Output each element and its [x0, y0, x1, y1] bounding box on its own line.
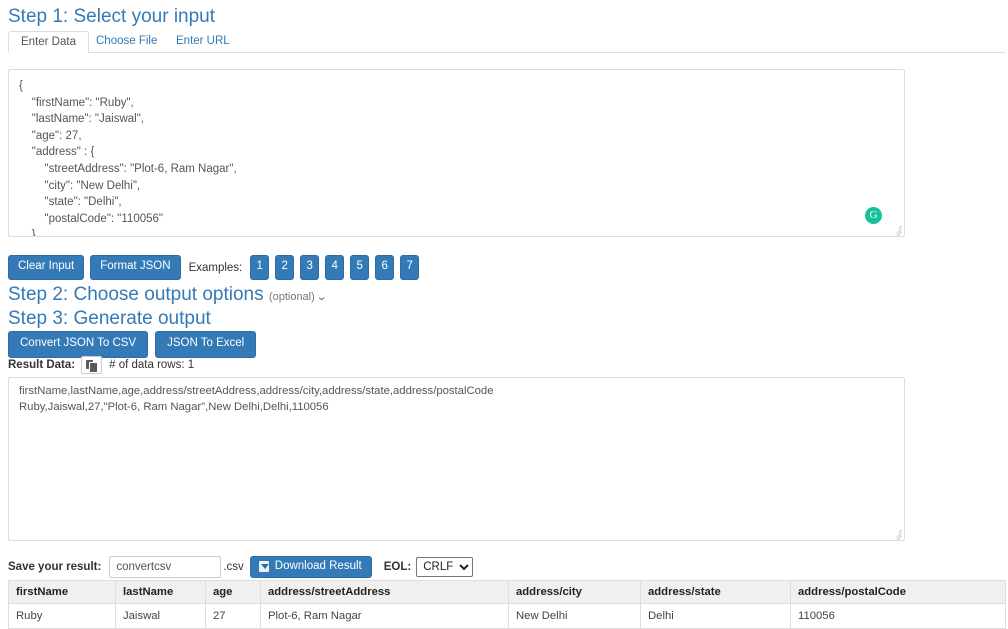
tab-enter-url[interactable]: Enter URL — [164, 31, 242, 53]
tab-choose-file-label: Choose File — [96, 35, 157, 47]
result-preview-table: firstNamelastNameageaddress/streetAddres… — [8, 580, 1006, 629]
tab-enter-data-label: Enter Data — [21, 36, 76, 48]
file-extension-label: .csv — [223, 561, 243, 573]
chevron-down-icon[interactable]: ⌄ — [316, 286, 328, 308]
tab-choose-file[interactable]: Choose File — [84, 31, 169, 53]
example-button-5[interactable]: 5 — [350, 255, 369, 280]
step3-heading: Step 3: Generate output — [8, 308, 211, 330]
json-to-excel-button[interactable]: JSON To Excel — [155, 331, 256, 358]
example-button-6[interactable]: 6 — [375, 255, 394, 280]
copy-icon[interactable] — [81, 356, 102, 374]
generate-actions-row: Convert JSON To CSV JSON To Excel — [8, 331, 256, 358]
table-header-row: firstNamelastNameageaddress/streetAddres… — [9, 581, 1006, 604]
table-column-header-2: age — [206, 581, 261, 604]
resize-handle-result[interactable] — [890, 526, 902, 538]
save-result-row: Save your result: .csv Download Result E… — [8, 556, 473, 578]
result-output-area[interactable]: firstName,lastName,age,address/streetAdd… — [8, 377, 905, 541]
table-header: firstNamelastNameageaddress/streetAddres… — [9, 581, 1006, 604]
input-actions-row: Clear Input Format JSON Examples: 1 2 3 … — [8, 257, 419, 278]
example-button-2[interactable]: 2 — [275, 255, 294, 280]
json-input-text: { "firstName": "Ruby", "lastName": "Jais… — [9, 70, 904, 237]
eol-label: EOL: — [384, 561, 411, 573]
download-icon — [259, 561, 270, 572]
table-cell: 27 — [206, 604, 261, 629]
table-cell: New Delhi — [509, 604, 641, 629]
eol-select[interactable]: CRLFLFCR — [416, 557, 473, 577]
example-button-7[interactable]: 7 — [400, 255, 419, 280]
table-column-header-6: address/postalCode — [791, 581, 1006, 604]
result-data-row: Result Data: # of data rows: 1 — [8, 356, 194, 374]
data-rows-count: # of data rows: 1 — [109, 359, 194, 371]
filename-input[interactable] — [109, 556, 221, 578]
table-column-header-5: address/state — [641, 581, 791, 604]
download-result-button[interactable]: Download Result — [250, 556, 372, 579]
table-cell: Delhi — [641, 604, 791, 629]
example-button-3[interactable]: 3 — [300, 255, 319, 280]
input-source-tabs: Enter Data Choose File Enter URL — [8, 31, 1005, 53]
save-result-label: Save your result: — [8, 561, 101, 573]
step1-heading: Step 1: Select your input — [8, 6, 215, 28]
examples-label: Examples: — [189, 262, 243, 274]
result-data-label: Result Data: — [8, 359, 75, 371]
download-result-label: Download Result — [275, 561, 362, 573]
step2-heading[interactable]: Step 2: Choose output options (optional)… — [8, 284, 326, 308]
table-column-header-4: address/city — [509, 581, 641, 604]
format-json-button[interactable]: Format JSON — [90, 255, 180, 280]
example-button-1[interactable]: 1 — [250, 255, 269, 280]
table-column-header-3: address/streetAddress — [261, 581, 509, 604]
example-button-4[interactable]: 4 — [325, 255, 344, 280]
table-body: RubyJaiswal27Plot-6, Ram NagarNew DelhiD… — [9, 604, 1006, 629]
table-cell: 110056 — [791, 604, 1006, 629]
json-input-area[interactable]: { "firstName": "Ruby", "lastName": "Jais… — [8, 69, 905, 237]
step2-optional-label: (optional) — [269, 291, 315, 303]
table-row: RubyJaiswal27Plot-6, Ram NagarNew DelhiD… — [9, 604, 1006, 629]
grammarly-icon[interactable]: G — [865, 207, 882, 224]
table-cell: Plot-6, Ram Nagar — [261, 604, 509, 629]
tab-enter-url-label: Enter URL — [176, 35, 230, 47]
table-column-header-1: lastName — [116, 581, 206, 604]
result-output-text: firstName,lastName,age,address/streetAdd… — [9, 378, 904, 415]
table-cell: Ruby — [9, 604, 116, 629]
clear-input-button[interactable]: Clear Input — [8, 255, 84, 280]
tab-enter-data[interactable]: Enter Data — [8, 31, 89, 53]
convert-json-to-csv-button[interactable]: Convert JSON To CSV — [8, 331, 148, 358]
table-column-header-0: firstName — [9, 581, 116, 604]
table-cell: Jaiswal — [116, 604, 206, 629]
page-root: Step 1: Select your input Enter Data Cho… — [0, 0, 1008, 628]
step2-heading-text: Step 2: Choose output options — [8, 284, 264, 305]
